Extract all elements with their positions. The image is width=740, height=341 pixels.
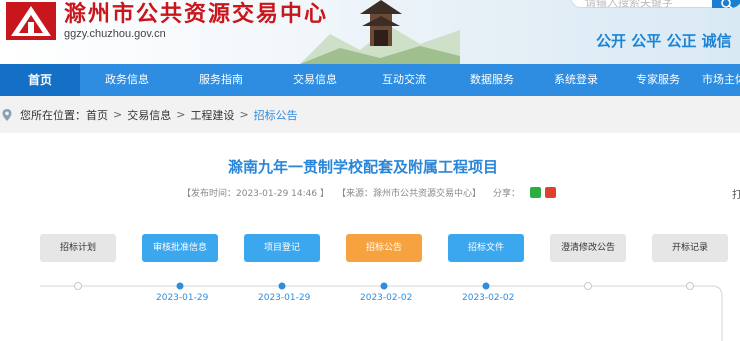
nav-item-expert[interactable]: 专家服务	[614, 64, 702, 96]
nav-item-home[interactable]: 首页	[0, 64, 80, 96]
process-timeline	[40, 282, 723, 341]
print-button[interactable]: 打	[732, 186, 740, 201]
timeline-node	[482, 282, 490, 290]
nav-item-data-service[interactable]: 数据服务	[446, 64, 538, 96]
breadcrumb-home[interactable]: 首页	[86, 107, 108, 123]
timeline-node	[74, 282, 82, 290]
nav-item-login[interactable]: 系统登录	[538, 64, 614, 96]
timeline-date: 2023-02-02	[360, 293, 413, 303]
timeline-date: 2023-01-29	[156, 293, 209, 303]
tab-opening-record[interactable]: 开标记录	[652, 234, 728, 262]
tab-bid-plan[interactable]: 招标计划	[40, 234, 116, 262]
nav-item-service-guide[interactable]: 服务指南	[174, 64, 268, 96]
nav-item-interaction[interactable]: 互动交流	[362, 64, 446, 96]
breadcrumb-separator: >	[176, 108, 186, 121]
timeline-node	[584, 282, 592, 290]
breadcrumb-separator: >	[113, 108, 123, 121]
timeline-node	[686, 282, 694, 290]
breadcrumb-construction[interactable]: 工程建设	[190, 107, 234, 123]
breadcrumb-prefix: 您所在位置：	[20, 108, 86, 122]
tab-approval-info[interactable]: 审核批准信息	[142, 234, 218, 262]
article-source: 【来源：滁州市公共资源交易中心】	[336, 189, 481, 199]
article-title: 滁南九年一贯制学校配套及附属工程项目	[227, 158, 498, 176]
timeline-date: 2023-01-29	[258, 293, 311, 303]
search-button[interactable]	[712, 0, 740, 9]
tab-bid-documents[interactable]: 招标文件	[448, 234, 524, 262]
timeline-date: 2023-02-02	[462, 293, 515, 303]
site-logo-icon[interactable]	[6, 2, 56, 40]
share-label: 分享：	[492, 189, 520, 199]
tab-bid-announcement[interactable]: 招标公告	[346, 234, 422, 262]
site-slogan: 公开 公平 公正 诚信	[596, 32, 732, 50]
tab-project-registration[interactable]: 项目登记	[244, 234, 320, 262]
article-meta: 【发布时间：2023-01-29 14:46 】 【来源：滁州市公共资源交易中心…	[182, 186, 560, 199]
timeline-node	[176, 282, 184, 290]
site-header: 滁州市公共资源交易中心 ggzy.chuzhou.gov.cn 请输入搜索关键字…	[0, 0, 740, 64]
timeline-node	[278, 282, 286, 290]
breadcrumb-current[interactable]: 招标公告	[254, 107, 298, 123]
breadcrumb: 您所在位置： 首页 > 交易信息 > 工程建设 > 招标公告	[0, 96, 740, 133]
timeline-node	[380, 282, 388, 290]
search-icon	[721, 0, 733, 9]
nav-item-trade-info[interactable]: 交易信息	[268, 64, 362, 96]
wechat-share-icon[interactable]	[530, 187, 541, 198]
tab-clarification[interactable]: 澄清修改公告	[550, 234, 626, 262]
search-input[interactable]: 请输入搜索关键字	[570, 0, 720, 9]
main-nav: 首页 政务信息 服务指南 交易信息 互动交流 数据服务 系统登录 专家服务 市场…	[0, 64, 740, 96]
pavilion-banner-image	[300, 0, 460, 64]
location-pin-icon	[2, 108, 12, 121]
site-url: ggzy.chuzhou.gov.cn	[64, 28, 166, 40]
site-title: 滁州市公共资源交易中心	[64, 1, 329, 27]
nav-item-government[interactable]: 政务信息	[80, 64, 174, 96]
breadcrumb-separator: >	[239, 108, 249, 121]
breadcrumb-trade-info[interactable]: 交易信息	[127, 107, 171, 123]
weibo-share-icon[interactable]	[545, 187, 556, 198]
nav-item-market[interactable]: 市场主体	[702, 64, 740, 96]
publish-time: 【发布时间：2023-01-29 14:46 】	[182, 189, 329, 199]
